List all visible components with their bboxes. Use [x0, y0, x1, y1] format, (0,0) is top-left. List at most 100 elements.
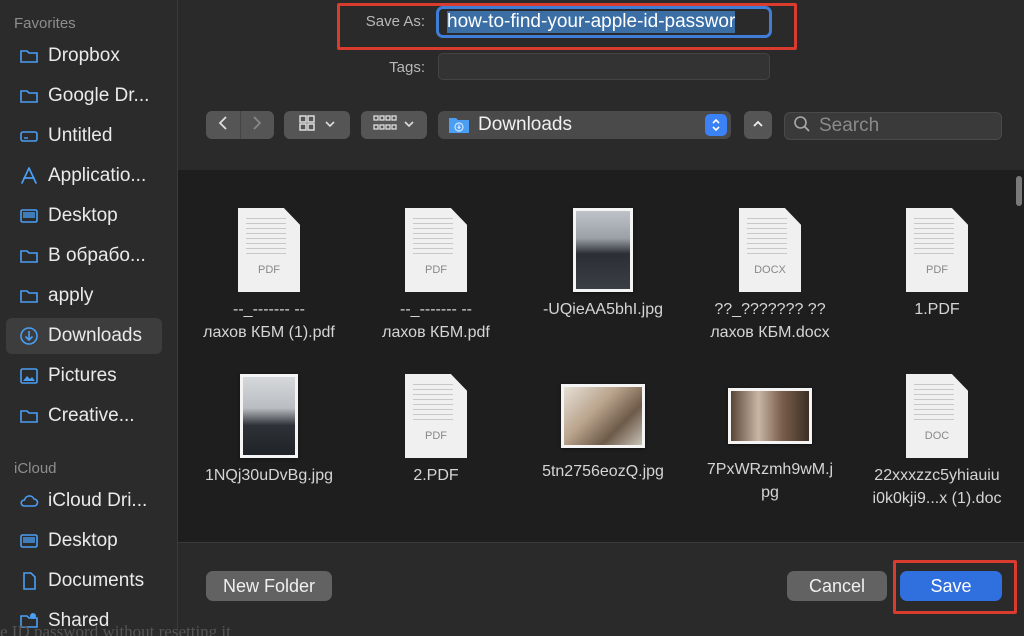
- sidebar-item-apply[interactable]: apply: [6, 278, 162, 314]
- location-popup[interactable]: Downloads: [438, 111, 731, 139]
- sidebar-item-label: Desktop: [48, 205, 118, 226]
- sidebar-item-label: Google Dr...: [48, 85, 150, 106]
- tags-label: Tags:: [389, 59, 425, 76]
- up-down-stepper-icon: [705, 114, 727, 136]
- pdf-document-icon: PDF: [405, 374, 467, 458]
- grid-icon: [298, 114, 316, 137]
- sidebar-item-label: Creative...: [48, 405, 135, 426]
- file-item[interactable]: PDF 2.PDF: [351, 374, 521, 487]
- folder-icon: [18, 285, 40, 307]
- location-label: Downloads: [478, 114, 572, 135]
- forward-button[interactable]: [241, 111, 275, 139]
- sidebar-item-label: iCloud Dri...: [48, 490, 148, 511]
- file-name: --_------- --: [400, 301, 472, 318]
- sidebar-item-label: Dropbox: [48, 45, 120, 66]
- sidebar-item-icloud-drive[interactable]: iCloud Dri...: [6, 483, 162, 519]
- sidebar-item-downloads[interactable]: Downloads: [6, 318, 162, 354]
- file-item[interactable]: 5tn2756eozQ.jpg: [518, 384, 688, 483]
- scrollbar-thumb[interactable]: [1016, 176, 1022, 206]
- save-as-highlight: [337, 3, 797, 50]
- file-item[interactable]: 1NQj30uDvBg.jpg: [184, 374, 354, 487]
- file-name-cont: лахов КБМ.docx: [710, 324, 830, 341]
- tags-input[interactable]: [438, 53, 770, 80]
- back-button[interactable]: [206, 111, 241, 139]
- cloud-icon: [18, 490, 40, 512]
- sidebar-item-google-drive[interactable]: Google Dr...: [6, 78, 162, 114]
- sidebar-section-icloud: iCloud: [14, 460, 57, 477]
- folder-icon: [18, 405, 40, 427]
- document-icon: [18, 570, 40, 592]
- sidebar-item-pictures[interactable]: Pictures: [6, 358, 162, 394]
- sidebar-item-icloud-desktop[interactable]: Desktop: [6, 523, 162, 559]
- pdf-document-icon: PDF: [405, 208, 467, 292]
- sidebar-item-label: Applicatio...: [48, 165, 147, 186]
- downloads-folder-icon: [448, 115, 470, 135]
- file-name: -UQieAA5bhI.jpg: [542, 301, 664, 318]
- sidebar-item-label: Untitled: [48, 125, 113, 146]
- drive-icon: [18, 125, 40, 147]
- photo-thumbnail: [573, 208, 633, 292]
- search-field[interactable]: [784, 112, 1002, 140]
- sidebar-item-label: Desktop: [48, 530, 118, 551]
- folder-icon: [18, 45, 40, 67]
- search-input[interactable]: [819, 115, 989, 137]
- nav-back-forward: [206, 111, 274, 139]
- sidebar-section-favorites: Favorites: [14, 15, 76, 32]
- file-item[interactable]: -UQieAA5bhI.jpg: [518, 208, 688, 321]
- photo-thumbnail: [240, 374, 298, 458]
- file-item[interactable]: 7PxWRzmh9wM.j pg: [685, 388, 855, 504]
- sidebar-item-label: apply: [48, 285, 94, 306]
- pdf-document-icon: PDF: [906, 208, 968, 292]
- file-browser: PDF --_------- -- лахов КБМ (1).pdf PDF …: [178, 170, 1024, 542]
- folder-icon: [18, 245, 40, 267]
- file-name: 7PxWRzmh9wM.j: [706, 461, 834, 478]
- sidebar-item-label: Downloads: [48, 325, 142, 346]
- new-folder-button[interactable]: New Folder: [206, 571, 332, 601]
- file-item[interactable]: PDF 1.PDF: [852, 208, 1022, 321]
- file-item[interactable]: DOC 22xxxzzc5yhiauiu i0k0kji9...x (1).do…: [852, 374, 1022, 510]
- sidebar-item-dropbox[interactable]: Dropbox: [6, 38, 162, 74]
- background-page-text: e ID password without resetting it: [0, 622, 231, 636]
- cancel-button[interactable]: Cancel: [787, 571, 887, 601]
- desktop-icon: [18, 205, 40, 227]
- sidebar: Favorites Dropbox Google Dr... Untitled …: [0, 0, 178, 636]
- file-name: --_------- --: [233, 301, 305, 318]
- sidebar-item-documents[interactable]: Documents: [6, 563, 162, 599]
- save-button-highlight: [893, 560, 1017, 614]
- search-icon: [793, 115, 811, 138]
- sidebar-item-desktop[interactable]: Desktop: [6, 198, 162, 234]
- chevron-left-icon: [217, 115, 229, 136]
- file-name-cont: i0k0kji9...x (1).doc: [872, 490, 1002, 507]
- file-name: 2.PDF: [413, 467, 459, 484]
- sidebar-item-v-obrabotke[interactable]: В обрабо...: [6, 238, 162, 274]
- doc-document-icon: DOC: [906, 374, 968, 458]
- sidebar-item-creative[interactable]: Creative...: [6, 398, 162, 434]
- file-name: 5tn2756eozQ.jpg: [542, 463, 664, 480]
- file-name: 1.PDF: [914, 301, 960, 318]
- docx-document-icon: DOCX: [739, 208, 801, 292]
- view-mode-button[interactable]: [284, 111, 350, 139]
- desktop-icon: [18, 530, 40, 552]
- file-name: 22xxxzzc5yhiauiu: [874, 467, 1000, 484]
- collapse-button[interactable]: [744, 111, 772, 139]
- file-item[interactable]: PDF --_------- -- лахов КБМ (1).pdf: [184, 208, 354, 344]
- downloads-icon: [18, 325, 40, 347]
- file-name-cont: pg: [761, 484, 779, 501]
- sidebar-item-applications[interactable]: Applicatio...: [6, 158, 162, 194]
- sidebar-item-label: Pictures: [48, 365, 117, 386]
- file-name: 1NQj30uDvBg.jpg: [204, 467, 334, 484]
- file-item[interactable]: DOCX ??_??????? ?? лахов КБМ.docx: [685, 208, 855, 344]
- file-name-cont: лахов КБМ (1).pdf: [203, 324, 335, 341]
- chevron-right-icon: [251, 115, 263, 136]
- sidebar-item-label: Documents: [48, 570, 145, 591]
- pdf-document-icon: PDF: [238, 208, 300, 292]
- group-by-button[interactable]: [361, 111, 427, 139]
- pictures-icon: [18, 365, 40, 387]
- group-grid-icon: [373, 114, 397, 137]
- sidebar-item-untitled[interactable]: Untitled: [6, 118, 162, 154]
- file-name: ??_??????? ??: [714, 301, 826, 318]
- folder-icon: [18, 85, 40, 107]
- file-item[interactable]: PDF --_------- -- лахов КБМ.pdf: [351, 208, 521, 344]
- chevron-up-icon: [751, 116, 765, 134]
- sidebar-item-label: В обрабо...: [48, 245, 146, 266]
